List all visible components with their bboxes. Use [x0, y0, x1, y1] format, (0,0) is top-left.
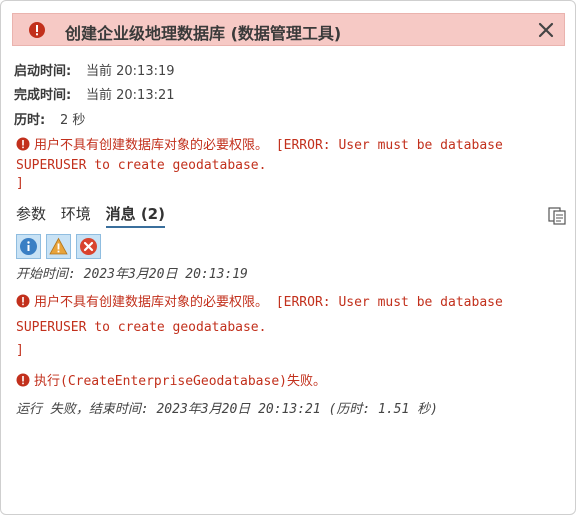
duration-row: 历时: 2 秒	[14, 109, 85, 128]
tab-messages[interactable]: 消息 (2)	[105, 203, 165, 228]
tool-title: 创建企业级地理数据库 (数据管理工具)	[65, 24, 342, 43]
message-start: 开始时间: 2023年3月20日 20:13:19	[16, 267, 248, 282]
start-time-label: 启动时间:	[14, 64, 72, 79]
error-icon	[16, 373, 30, 393]
start-time-value: 当前 20:13:19	[86, 64, 175, 79]
tab-bar: 参数 环境 消息 (2)	[16, 203, 175, 228]
summary-error-line2: SUPERUSER to create geodatabase.	[16, 158, 267, 173]
message-error-1-line1: 用户不具有创建数据库对象的必要权限。 [ERROR: User must be …	[34, 295, 503, 310]
warning-icon	[49, 237, 68, 255]
message-error-2-text: 执行(CreateEnterpriseGeodatabase)失败。	[34, 374, 326, 389]
summary-error-line1: 用户不具有创建数据库对象的必要权限。 [ERROR: User must be …	[34, 138, 503, 153]
error-icon	[16, 137, 30, 157]
info-filter-button[interactable]	[16, 234, 41, 259]
tab-environments[interactable]: 环境	[61, 203, 91, 226]
info-icon	[20, 238, 37, 255]
duration-value: 2 秒	[60, 113, 86, 128]
summary-error-line3: ]	[16, 176, 24, 191]
message-error-1: 用户不具有创建数据库对象的必要权限。 [ERROR: User must be …	[16, 294, 503, 360]
start-time-row: 启动时间: 当前 20:13:19	[14, 60, 175, 79]
message-error-1-line2: SUPERUSER to create geodatabase.	[16, 320, 267, 335]
message-end: 运行 失败，结束时间: 2023年3月20日 20:13:21 (历时: 1.5…	[16, 402, 438, 417]
warning-filter-button[interactable]	[46, 234, 71, 259]
tab-parameters[interactable]: 参数	[16, 203, 46, 226]
end-time-row: 完成时间: 当前 20:13:21	[14, 84, 175, 103]
end-time-value: 当前 20:13:21	[86, 88, 175, 103]
copy-icon[interactable]	[547, 206, 567, 230]
message-error-1-line3: ]	[16, 343, 24, 358]
error-icon	[16, 294, 30, 314]
message-error-2: 执行(CreateEnterpriseGeodatabase)失败。	[16, 373, 326, 393]
summary-error: 用户不具有创建数据库对象的必要权限。 [ERROR: User must be …	[16, 137, 564, 193]
end-time-label: 完成时间:	[14, 88, 72, 103]
duration-label: 历时:	[14, 113, 46, 128]
error-icon	[80, 238, 97, 255]
geoprocessing-result-panel: 创建企业级地理数据库 (数据管理工具) 启动时间: 当前 20:13:19 完成时…	[0, 0, 576, 515]
result-header: 创建企业级地理数据库 (数据管理工具)	[12, 13, 565, 46]
error-icon	[28, 21, 46, 43]
error-filter-button[interactable]	[76, 234, 101, 259]
close-icon[interactable]	[536, 20, 556, 40]
